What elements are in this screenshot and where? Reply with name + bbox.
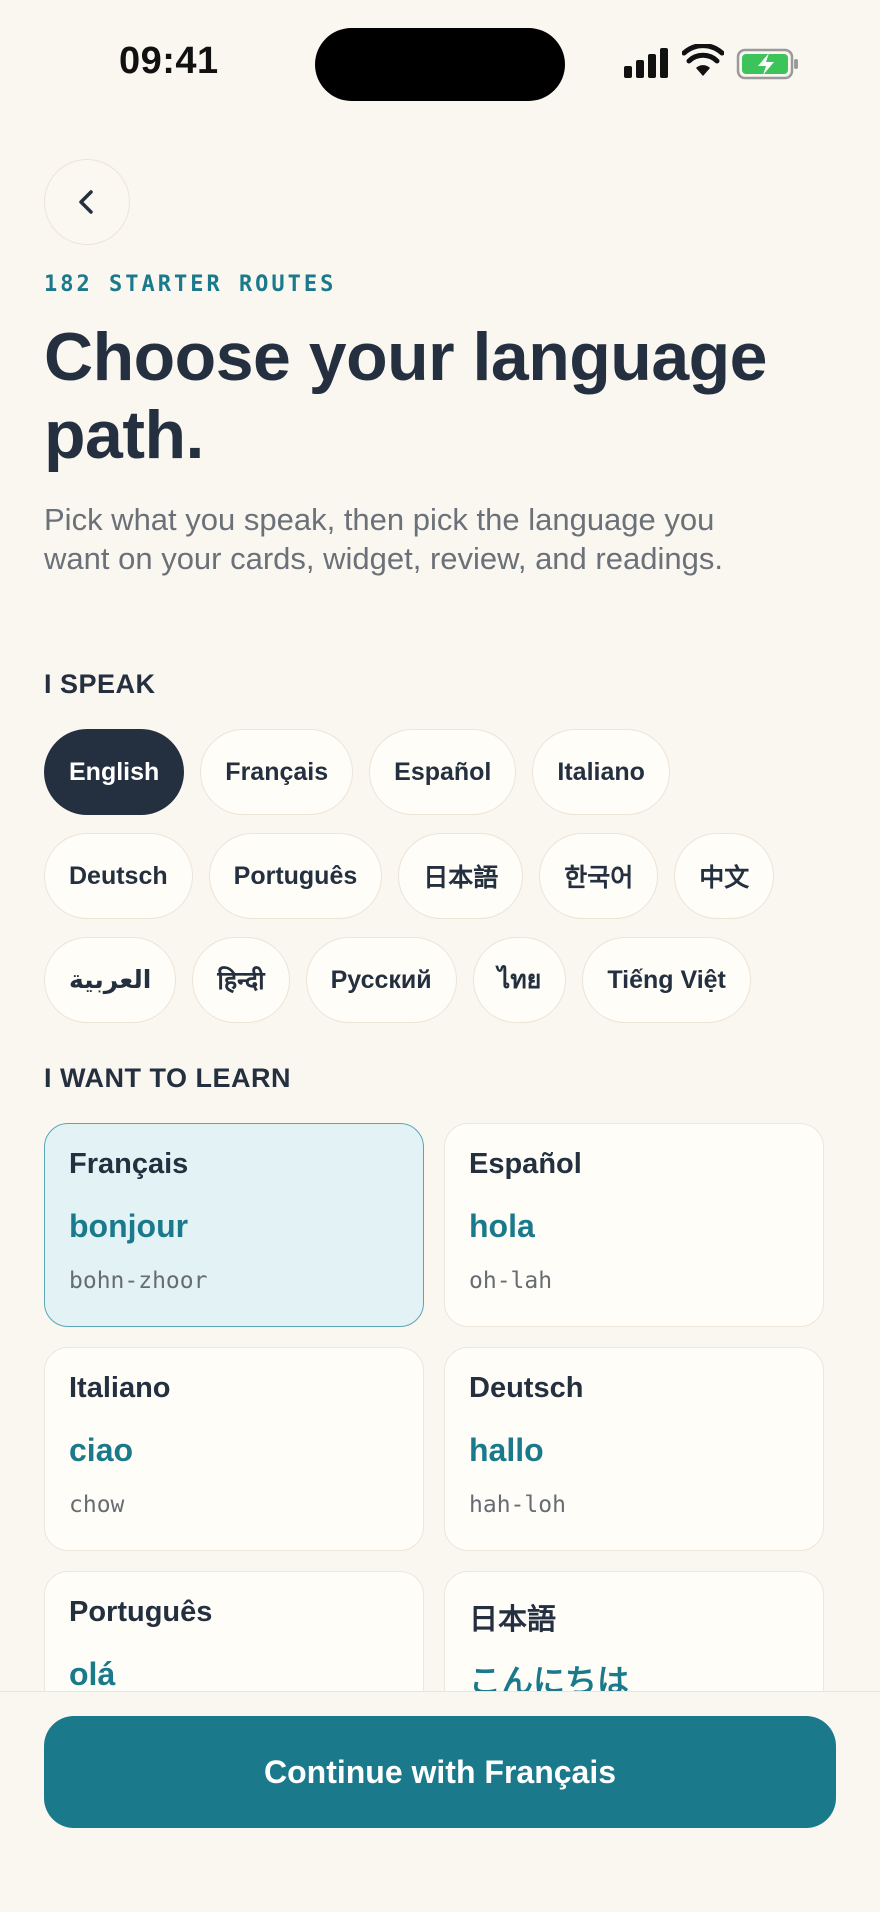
chip-arabic[interactable]: العربية (44, 937, 177, 1023)
card-language-name: Deutsch (469, 1372, 584, 1404)
card-pronunciation: hah-loh (469, 1492, 566, 1518)
chip-english[interactable]: English (44, 729, 185, 815)
dynamic-island (315, 28, 565, 101)
chip-thai[interactable]: ไทย (472, 937, 567, 1023)
card-language-name: Italiano (69, 1372, 171, 1404)
status-time: 09:41 (119, 40, 219, 82)
card-greeting: bonjour (69, 1208, 189, 1244)
learn-card-portugues[interactable]: Português olá (44, 1571, 424, 1691)
card-language-name: Français (69, 1148, 189, 1180)
chip-row: Deutsch Português 日本語 한국어 中文 (44, 833, 844, 919)
chip-japanese[interactable]: 日本語 (398, 833, 524, 919)
card-greeting: hallo (469, 1432, 544, 1468)
chip-row: العربية हिन्दी Русский ไทย Tiếng Việt (44, 937, 844, 1023)
back-button[interactable] (44, 159, 130, 245)
card-language-name: 日本語 (469, 1604, 557, 1636)
card-language-name: Português (69, 1596, 213, 1628)
chip-russian[interactable]: Русский (305, 937, 457, 1023)
chevron-left-icon (79, 190, 93, 214)
speak-section-label: I SPEAK (44, 669, 156, 699)
card-pronunciation: chow (69, 1492, 125, 1518)
chip-vietnamese[interactable]: Tiếng Việt (582, 937, 751, 1023)
learn-card-deutsch[interactable]: Deutsch hallo hah-loh (444, 1347, 824, 1551)
page-subtitle: Pick what you speak, then pick the langu… (44, 502, 723, 576)
page-title: Choose your language path. (44, 319, 768, 473)
learn-language-cards: Français bonjour bohn-zhoor Español hola… (44, 1123, 824, 1691)
chip-chinese[interactable]: 中文 (674, 833, 775, 919)
card-greeting: olá (69, 1656, 116, 1691)
learn-section-label: I WANT TO LEARN (44, 1063, 291, 1093)
battery-charging-icon (736, 48, 798, 80)
card-pronunciation: bohn-zhoor (69, 1268, 208, 1294)
footer-bar: Continue with Français (0, 1691, 880, 1912)
route-count-eyebrow: 182 STARTER ROUTES (44, 272, 337, 297)
card-greeting: ciao (69, 1432, 134, 1468)
chip-row: English Français Español Italiano (44, 729, 844, 815)
chip-deutsch[interactable]: Deutsch (44, 833, 193, 919)
card-greeting: hola (469, 1208, 535, 1244)
chip-hindi[interactable]: हिन्दी (192, 937, 290, 1023)
chip-korean[interactable]: 한국어 (539, 833, 659, 919)
chip-italiano[interactable]: Italiano (532, 729, 670, 815)
signal-icon (624, 48, 668, 78)
chip-portugues[interactable]: Português (208, 833, 383, 919)
learn-card-espanol[interactable]: Español hola oh-lah (444, 1123, 824, 1327)
continue-button[interactable]: Continue with Français (44, 1716, 836, 1828)
card-greeting: こんにちは (469, 1663, 630, 1691)
card-pronunciation: oh-lah (469, 1268, 553, 1294)
wifi-icon (682, 44, 724, 76)
learn-card-japanese[interactable]: 日本語 こんにちは (444, 1571, 824, 1691)
learn-card-italiano[interactable]: Italiano ciao chow (44, 1347, 424, 1551)
chip-espanol[interactable]: Español (369, 729, 517, 815)
chip-francais[interactable]: Français (200, 729, 354, 815)
learn-card-francais[interactable]: Français bonjour bohn-zhoor (44, 1123, 424, 1327)
speak-language-chips: English Français Español Italiano Deutsc… (44, 729, 844, 1041)
card-language-name: Español (469, 1148, 582, 1180)
